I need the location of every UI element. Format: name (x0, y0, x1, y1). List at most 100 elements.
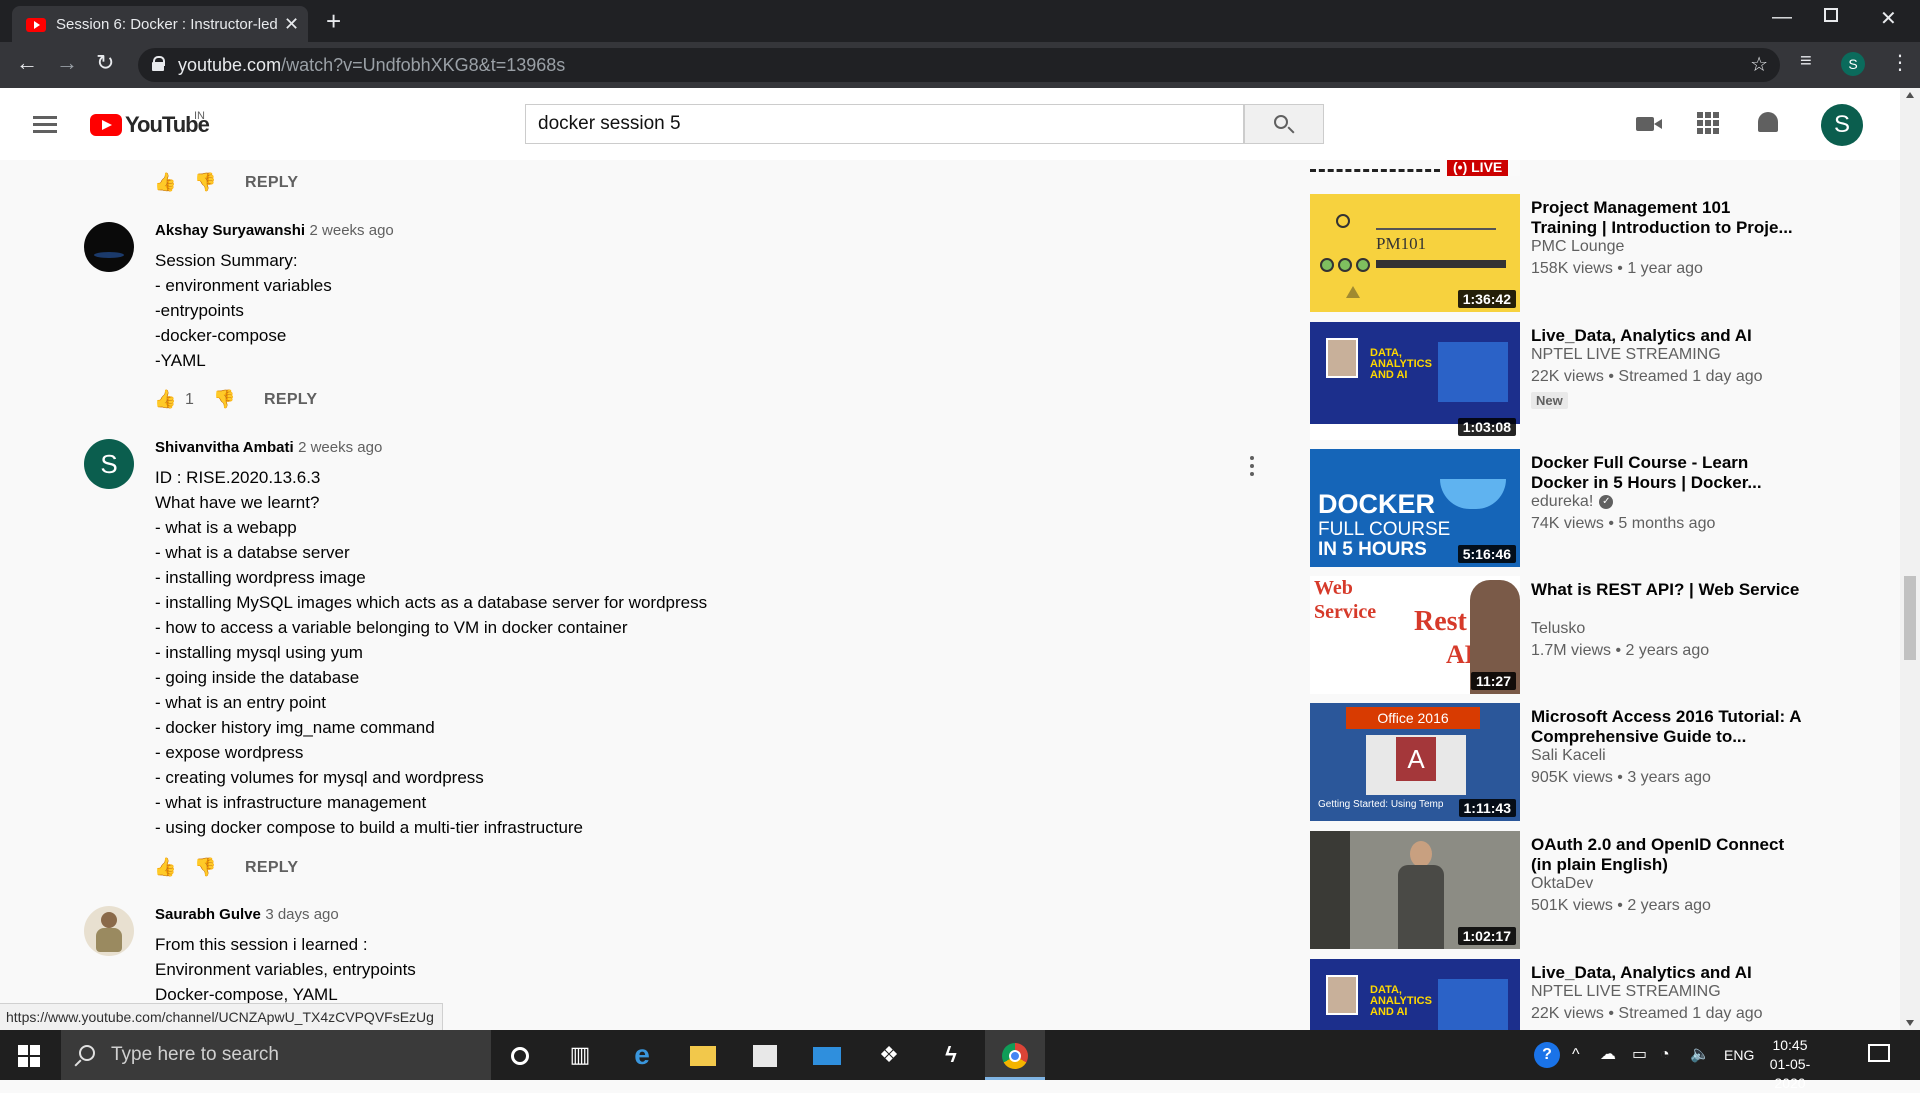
video-thumbnail[interactable]: PM101 1:36:42 (1310, 194, 1520, 312)
dislike-icon[interactable]: 👎 (194, 857, 216, 878)
back-arrow-icon[interactable]: ← (16, 50, 38, 76)
media-control-icon[interactable]: ≡ (1800, 50, 1812, 73)
video-thumbnail[interactable]: DATA, ANALYTICS AND AI (1310, 959, 1520, 1030)
video-title[interactable]: What is REST API? | Web Service (1531, 580, 1801, 600)
channel-name[interactable]: edureka! ✓ (1531, 493, 1614, 511)
taskbar-clock[interactable]: 10:45 01-05-2020 (1755, 1036, 1825, 1093)
comment-author[interactable]: Shivanvitha Ambati (155, 439, 294, 456)
video-title[interactable]: Live_Data, Analytics and AI (1531, 963, 1801, 983)
taskbar-search[interactable]: Type here to search (61, 1030, 491, 1080)
like-icon[interactable]: 👍 (154, 172, 176, 193)
video-title[interactable]: Live_Data, Analytics and AI (1531, 326, 1801, 346)
windows-start-icon[interactable] (18, 1045, 40, 1067)
comment-text: ID : RISE.2020.13.6.3 What have we learn… (155, 468, 708, 837)
channel-name[interactable]: Telusko (1531, 620, 1585, 638)
language-indicator[interactable]: ENG (1724, 1030, 1754, 1080)
video-title[interactable]: Docker Full Course - Learn Docker in 5 H… (1531, 453, 1801, 493)
recommendation-item[interactable]: Web Service Rest API 11:27 What is REST … (1310, 576, 1900, 696)
avatar[interactable] (84, 222, 134, 272)
restore-icon[interactable] (1824, 8, 1838, 22)
volume-icon[interactable]: 🔈 (1690, 1030, 1710, 1080)
comment-author[interactable]: Saurabh Gulve (155, 906, 261, 923)
avatar[interactable] (84, 906, 134, 956)
channel-name[interactable]: OktaDev (1531, 875, 1593, 893)
bookmark-star-icon[interactable]: ☆ (1750, 52, 1768, 77)
clock-date: 01-05-2020 (1769, 1056, 1811, 1091)
like-icon[interactable]: 👍 (154, 389, 176, 410)
search-button[interactable] (1244, 104, 1324, 144)
dropbox-icon[interactable]: ❖ (859, 1030, 919, 1080)
help-icon[interactable]: ? (1534, 1030, 1560, 1080)
video-thumbnail[interactable]: Web Service Rest API 11:27 (1310, 576, 1520, 694)
chrome-taskbar-icon[interactable] (985, 1030, 1045, 1080)
new-tab-icon[interactable]: + (326, 6, 341, 37)
recommendation-item[interactable]: DOCKER FULL COURSE IN 5 HOURS 5:16:46 Do… (1310, 449, 1900, 569)
page-scrollbar[interactable] (1900, 88, 1920, 1030)
edge-icon[interactable]: e (612, 1030, 672, 1080)
channel-name[interactable]: PMC Lounge (1531, 238, 1624, 256)
comment-time[interactable]: 2 weeks ago (310, 222, 394, 239)
video-title[interactable]: Microsoft Access 2016 Tutorial: A Compre… (1531, 707, 1801, 747)
minimize-icon[interactable]: — (1772, 6, 1792, 29)
recommendation-item[interactable]: DATA, ANALYTICS AND AI Live_Data, Analyt… (1310, 959, 1900, 1030)
network-icon[interactable]: ◔ (1660, 1030, 1670, 1080)
video-title[interactable]: OAuth 2.0 and OpenID Connect (in plain E… (1531, 835, 1801, 875)
store-icon[interactable] (735, 1030, 795, 1080)
notifications-bell-icon[interactable] (1758, 112, 1778, 132)
comment-time[interactable]: 3 days ago (265, 906, 338, 923)
comment-time[interactable]: 2 weeks ago (298, 439, 382, 456)
channel-name[interactable]: Sali Kaceli (1531, 747, 1606, 765)
like-icon[interactable]: 👍 (154, 857, 176, 878)
battery-icon[interactable]: ▭ (1632, 1030, 1647, 1080)
reload-icon[interactable]: ↻ (96, 50, 114, 76)
file-explorer-icon[interactable] (673, 1030, 733, 1080)
search-icon (79, 1045, 95, 1061)
address-bar[interactable]: youtube.com/watch?v=UndfobhXKG8&t=13968s… (138, 48, 1780, 82)
reply-button[interactable]: REPLY (245, 859, 298, 877)
comment-menu-icon[interactable] (1250, 456, 1254, 480)
task-view-icon[interactable]: ▥ (550, 1030, 610, 1080)
video-thumbnail[interactable]: DATA, ANALYTICS AND AI 1:03:08 (1310, 322, 1520, 440)
video-thumbnail[interactable]: DOCKER FULL COURSE IN 5 HOURS 5:16:46 (1310, 449, 1520, 567)
action-center-icon[interactable] (1868, 1044, 1890, 1062)
create-video-icon[interactable] (1636, 110, 1662, 138)
recommendation-item[interactable]: 1:02:17 OAuth 2.0 and OpenID Connect (in… (1310, 831, 1900, 951)
video-duration: 1:03:08 (1457, 418, 1516, 436)
search-input[interactable] (538, 113, 1218, 135)
dislike-icon[interactable]: 👎 (194, 172, 216, 193)
video-thumbnail[interactable]: Office 2016 A Getting Started: Using Tem… (1310, 703, 1520, 821)
recommendation-item[interactable]: Office 2016 A Getting Started: Using Tem… (1310, 703, 1900, 823)
thumbnail-text: IN 5 HOURS (1318, 539, 1427, 560)
reply-button[interactable]: REPLY (245, 174, 298, 192)
search-box[interactable] (525, 104, 1244, 144)
channel-name[interactable]: NPTEL LIVE STREAMING (1531, 983, 1721, 1001)
video-thumbnail[interactable]: 1:02:17 (1310, 831, 1520, 949)
chrome-menu-icon[interactable]: ⋮ (1890, 50, 1910, 75)
menu-icon[interactable] (33, 116, 57, 134)
close-tab-icon[interactable]: ✕ (284, 14, 299, 35)
channel-name[interactable]: NPTEL LIVE STREAMING (1531, 346, 1721, 364)
video-thumbnail[interactable]: (•) LIVE (1310, 160, 1520, 176)
browser-tab[interactable]: Session 6: Docker : Instructor-led ✕ (12, 6, 308, 42)
apps-grid-icon[interactable] (1697, 112, 1719, 134)
scroll-down-icon[interactable] (1906, 1020, 1914, 1026)
reply-button[interactable]: REPLY (264, 391, 317, 409)
cortana-icon[interactable] (490, 1030, 550, 1080)
chrome-profile-avatar[interactable]: S (1841, 52, 1865, 76)
window-close-icon[interactable]: ✕ (1880, 6, 1897, 31)
onedrive-cloud-icon[interactable]: ☁ (1600, 1030, 1616, 1080)
video-title[interactable]: Project Management 101 Training | Introd… (1531, 198, 1801, 238)
mail-icon[interactable] (797, 1030, 857, 1080)
forward-arrow-icon[interactable]: → (56, 50, 78, 76)
dislike-icon[interactable]: 👎 (213, 389, 235, 410)
scrollbar-thumb[interactable] (1904, 576, 1916, 660)
recommendation-item[interactable]: PM101 1:36:42 Project Management 101 Tra… (1310, 194, 1900, 314)
app-lightning-icon[interactable]: ϟ (921, 1030, 981, 1080)
avatar[interactable]: S (84, 439, 134, 489)
recommendation-item[interactable]: DATA, ANALYTICS AND AI 1:03:08 Live_Data… (1310, 322, 1900, 442)
recommendation-item[interactable]: (•) LIVE (1310, 160, 1900, 178)
account-avatar[interactable]: S (1821, 104, 1863, 146)
show-hidden-icons[interactable]: ^ (1572, 1030, 1580, 1080)
comment-author[interactable]: Akshay Suryawanshi (155, 222, 305, 239)
scroll-up-icon[interactable] (1906, 92, 1914, 98)
